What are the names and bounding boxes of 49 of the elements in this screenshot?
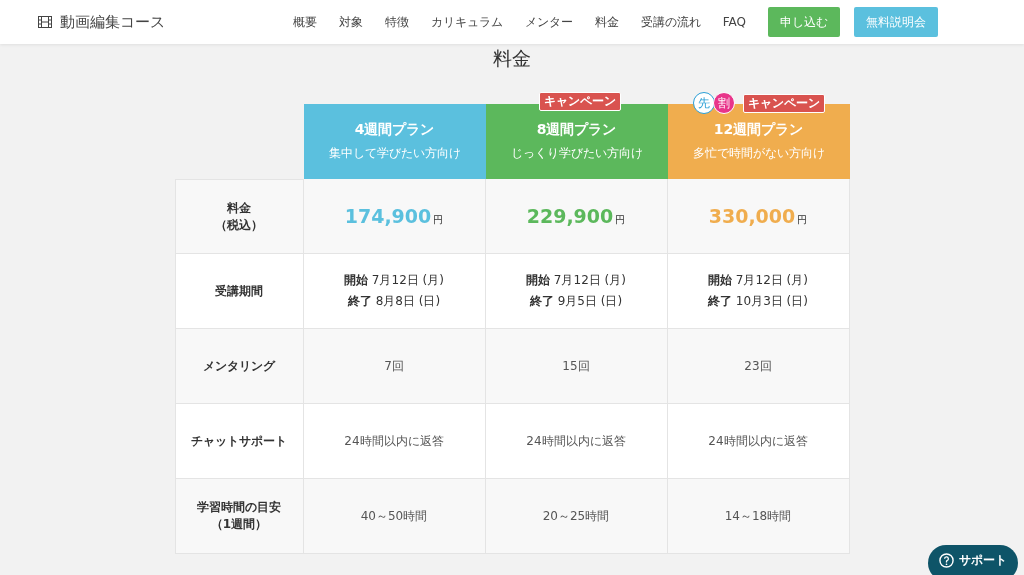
period-line: 開始 7月12日 (月) [526,272,626,289]
table-cell: 20～25時間 [542,507,610,525]
table-cell: 40～50時間 [360,507,428,525]
table-cell: 23回 [744,357,772,375]
price-amount: 229,900 [526,205,614,227]
nav-link[interactable]: メンター [524,13,573,31]
nav-link[interactable]: FAQ [722,15,746,29]
plan-subtitle: 集中して学びたい方向け [328,145,461,162]
table-cell: 24時間以内に返答 [344,432,444,450]
price-amount: 330,000 [708,205,796,227]
nav-link[interactable]: 特徴 [384,13,409,31]
row-label: チャットサポート [191,432,287,450]
nav-link[interactable]: カリキュラム [430,13,503,31]
site-title[interactable]: 動画編集コース [60,12,165,32]
plan-name: 8週間プラン [536,121,617,139]
row-label: メンタリング [203,357,275,375]
period-line: 開始 7月12日 (月) [344,272,444,289]
plan-subtitle: じっくり学びたい方向け [510,145,643,162]
period-line: 終了 10月3日 (日) [708,293,808,310]
table-cell: 7回 [384,357,404,375]
table-cell: 24時間以内に返答 [708,432,808,450]
section-title: 料金 [493,46,531,71]
table-cell: 24時間以内に返答 [526,432,626,450]
table-cell: 15回 [562,357,590,375]
discount-badge: 割 [712,92,735,114]
row-label: 受講期間 [215,282,263,300]
plan-name: 12週間プラン [713,121,804,139]
film-icon [38,16,52,28]
period-line: 終了 9月5日 (日) [528,293,624,310]
support-button[interactable]: サポート [928,545,1018,575]
nav-link[interactable]: 対象 [338,13,363,31]
price-unit: 円 [797,213,808,227]
price-amount: 174,900 [344,205,432,227]
table-cell: 14～18時間 [724,507,792,525]
nav-link[interactable]: 料金 [594,13,619,31]
nav-link[interactable]: 概要 [292,13,317,31]
period-line: 終了 8月8日 (日) [346,293,442,310]
help-icon [939,553,954,568]
campaign-badge: キャンペーン [742,93,825,113]
price-unit: 円 [615,213,626,227]
period-line: 開始 7月12日 (月) [708,272,808,289]
plan-name: 4週間プラン [354,121,435,139]
campaign-badge: キャンペーン [538,92,621,111]
price-unit: 円 [433,213,444,227]
early-badge: 先 [692,92,715,114]
row-label: 学習時間の目安 （1週間） [197,499,281,533]
plan-subtitle: 多忙で時間がない方向け [692,145,825,162]
row-label: 料金 （税込） [215,199,263,234]
nav-link[interactable]: 受講の流れ [640,13,701,31]
